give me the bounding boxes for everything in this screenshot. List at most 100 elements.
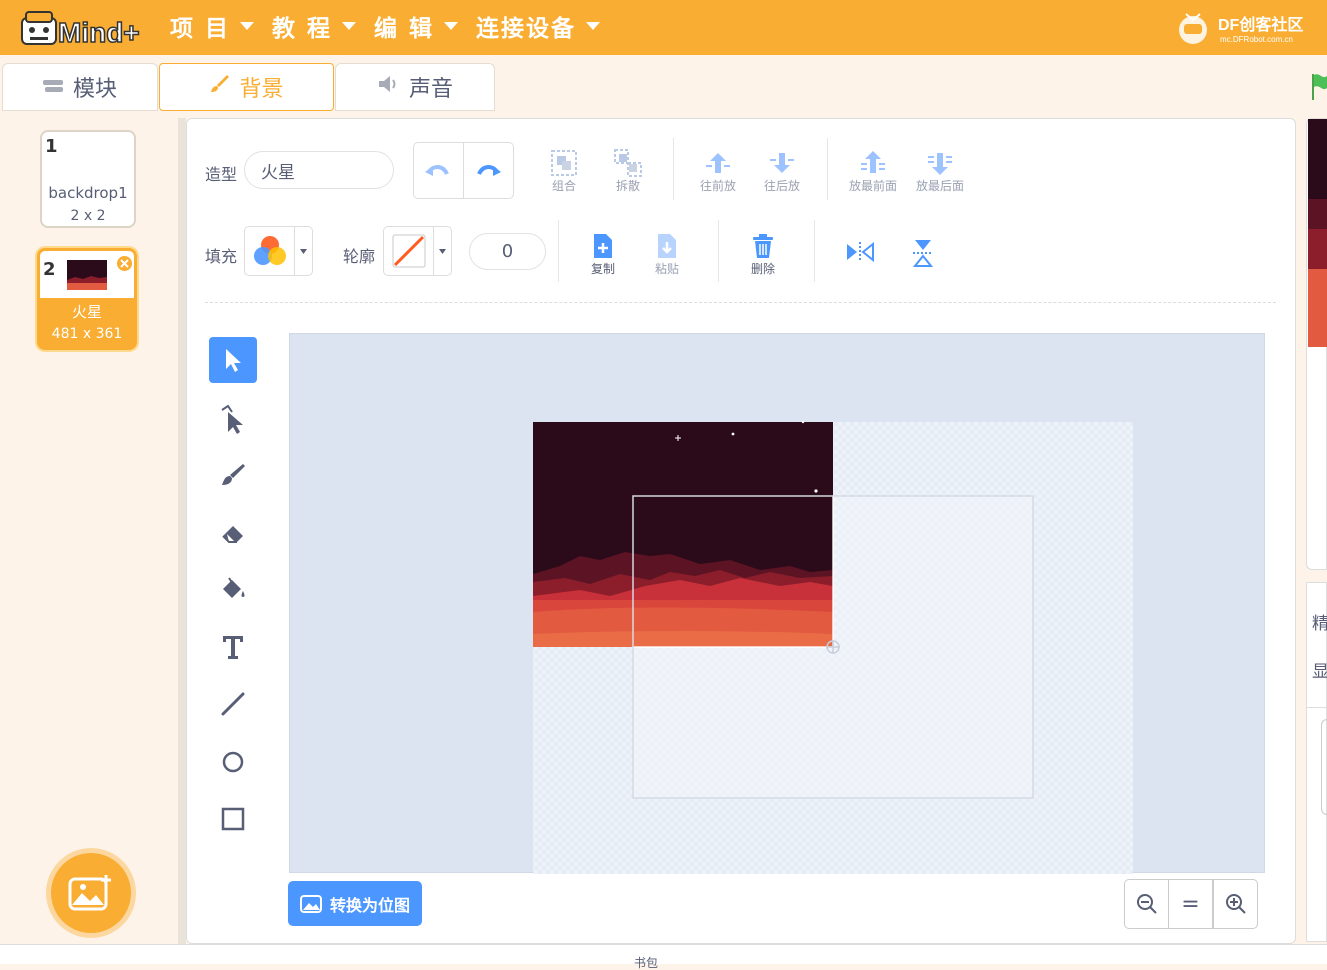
menu-project-label: 项 目: [170, 16, 231, 42]
canvas-artwork: [533, 420, 1133, 874]
line-tool[interactable]: [209, 681, 257, 727]
zoom-reset-button[interactable]: =: [1168, 879, 1213, 929]
backpack-label: 书包: [634, 956, 659, 970]
outline-width-input[interactable]: 0: [469, 233, 546, 270]
tab-backdrops-label: 背景: [239, 77, 284, 102]
sprite-info-panel: 精 显: [1306, 582, 1327, 942]
redo-button[interactable]: [464, 143, 514, 198]
zoom-reset-label: =: [1181, 891, 1200, 917]
costume-name-input[interactable]: 火星: [244, 151, 394, 189]
flip-horizontal-button[interactable]: [845, 240, 875, 268]
outline-width-value: 0: [501, 241, 514, 262]
tab-sounds[interactable]: 声音: [335, 63, 495, 111]
stage-preview[interactable]: [1308, 119, 1327, 347]
drawing-canvas[interactable]: [289, 333, 1265, 874]
chevron-down-icon: [444, 22, 459, 30]
ungroup-icon: [614, 149, 642, 177]
menu-bar: Mind+ 项 目 教 程 编 辑 连接设备 DF创客社区 mc.DFRobot…: [0, 0, 1327, 55]
paint-bucket-icon: [223, 577, 245, 598]
eraser-tool[interactable]: [209, 511, 257, 557]
copy-button[interactable]: 复制: [573, 228, 633, 277]
text-tool[interactable]: [209, 624, 257, 670]
fill-dropdown-arrow[interactable]: [294, 227, 312, 275]
divider: [718, 220, 719, 282]
menu-edit-label: 编 辑: [374, 16, 435, 42]
dfrobot-logo[interactable]: DF创客社区 mc.DFRobot.com.cn: [1172, 6, 1327, 48]
sprite-thumbnail-edge[interactable]: [1321, 719, 1327, 815]
convert-to-bitmap-button[interactable]: 转换为位图: [288, 881, 422, 926]
flip-vertical-icon: [912, 240, 934, 267]
divider: [827, 138, 828, 200]
mindplus-logo[interactable]: Mind+: [20, 6, 150, 50]
send-back-icon: [928, 153, 952, 175]
fill-tool[interactable]: [209, 566, 257, 612]
eraser-icon: [222, 526, 243, 543]
paste-label: 粘贴: [654, 262, 679, 276]
add-backdrop-button[interactable]: [51, 853, 131, 933]
group-label: 组合: [551, 179, 576, 193]
brand-url: mc.DFRobot.com.cn: [1220, 35, 1293, 44]
reshape-tool[interactable]: [209, 396, 257, 442]
brush-tool[interactable]: [209, 452, 257, 498]
front-label: 放最前面: [848, 179, 897, 193]
redo-icon: [477, 164, 502, 176]
close-icon: [120, 259, 129, 268]
undo-button[interactable]: [414, 143, 464, 198]
arrow-down-icon: [770, 153, 794, 173]
rectangle-icon: [221, 807, 245, 831]
backdrop-size: 2 x 2: [70, 208, 106, 224]
divider: [814, 220, 815, 282]
tab-blocks-label: 模块: [72, 77, 117, 102]
brush-icon: [209, 73, 231, 101]
back-button[interactable]: 放最后面: [910, 145, 970, 194]
bring-front-icon: [861, 151, 885, 173]
fill-color-picker[interactable]: [244, 226, 313, 276]
circle-tool[interactable]: [209, 739, 257, 785]
ungroup-button[interactable]: 拆散: [598, 145, 658, 194]
group-button[interactable]: 组合: [534, 145, 594, 194]
caret-down-icon: [300, 248, 308, 254]
backdrop-item-2-selected[interactable]: 2 火星 481 x 361: [37, 248, 137, 350]
paste-icon: [658, 234, 676, 258]
tab-blocks[interactable]: 模块: [2, 63, 158, 111]
backward-button[interactable]: 往后放: [752, 145, 812, 194]
sprite-info-label: 显: [1312, 662, 1327, 682]
flip-vertical-button[interactable]: [911, 238, 935, 272]
zoom-out-button[interactable]: [1124, 879, 1169, 929]
backdrop-size: 481 x 361: [51, 326, 123, 342]
outline-color-picker[interactable]: [383, 226, 452, 276]
menu-connect-device[interactable]: 连接设备: [476, 8, 600, 44]
menu-project[interactable]: 项 目: [170, 8, 255, 44]
tab-backdrops[interactable]: 背景: [159, 63, 334, 111]
chevron-down-icon: [342, 22, 357, 30]
delete-button[interactable]: 删除: [733, 228, 793, 277]
divider: [1307, 707, 1327, 708]
copy-label: 复制: [590, 262, 615, 276]
back-label: 放最后面: [915, 179, 964, 193]
zoom-in-button[interactable]: [1213, 879, 1258, 929]
backdrop-item-1[interactable]: 1 backdrop1 2 x 2: [40, 130, 136, 228]
outline-dropdown-arrow[interactable]: [433, 227, 451, 275]
menu-edit[interactable]: 编 辑: [374, 8, 459, 44]
fill-label: 填充: [205, 247, 238, 266]
outline-color-swatch: [384, 233, 433, 269]
forward-button[interactable]: 往前放: [688, 145, 748, 194]
backdrop-thumbnail: [67, 260, 107, 294]
backdrop-list-scrollbar[interactable]: [178, 118, 186, 944]
front-button[interactable]: 放最前面: [843, 145, 903, 194]
select-tool[interactable]: [209, 337, 257, 383]
image-icon: [299, 894, 322, 913]
menu-tutorial[interactable]: 教 程: [272, 8, 357, 44]
brush-icon: [222, 464, 245, 485]
rectangle-tool[interactable]: [209, 796, 257, 842]
paste-button[interactable]: 粘贴: [637, 228, 697, 277]
arrow-up-icon: [706, 153, 730, 173]
delete-backdrop-button[interactable]: [115, 254, 134, 273]
costume-name-label: 造型: [205, 165, 238, 184]
backward-label: 往后放: [763, 179, 800, 193]
green-flag-icon[interactable]: [1312, 72, 1327, 106]
backpack-bar[interactable]: 书包: [0, 944, 1327, 969]
text-icon: [223, 636, 243, 659]
backdrop-index: 2: [43, 259, 56, 280]
ungroup-label: 拆散: [615, 179, 640, 193]
